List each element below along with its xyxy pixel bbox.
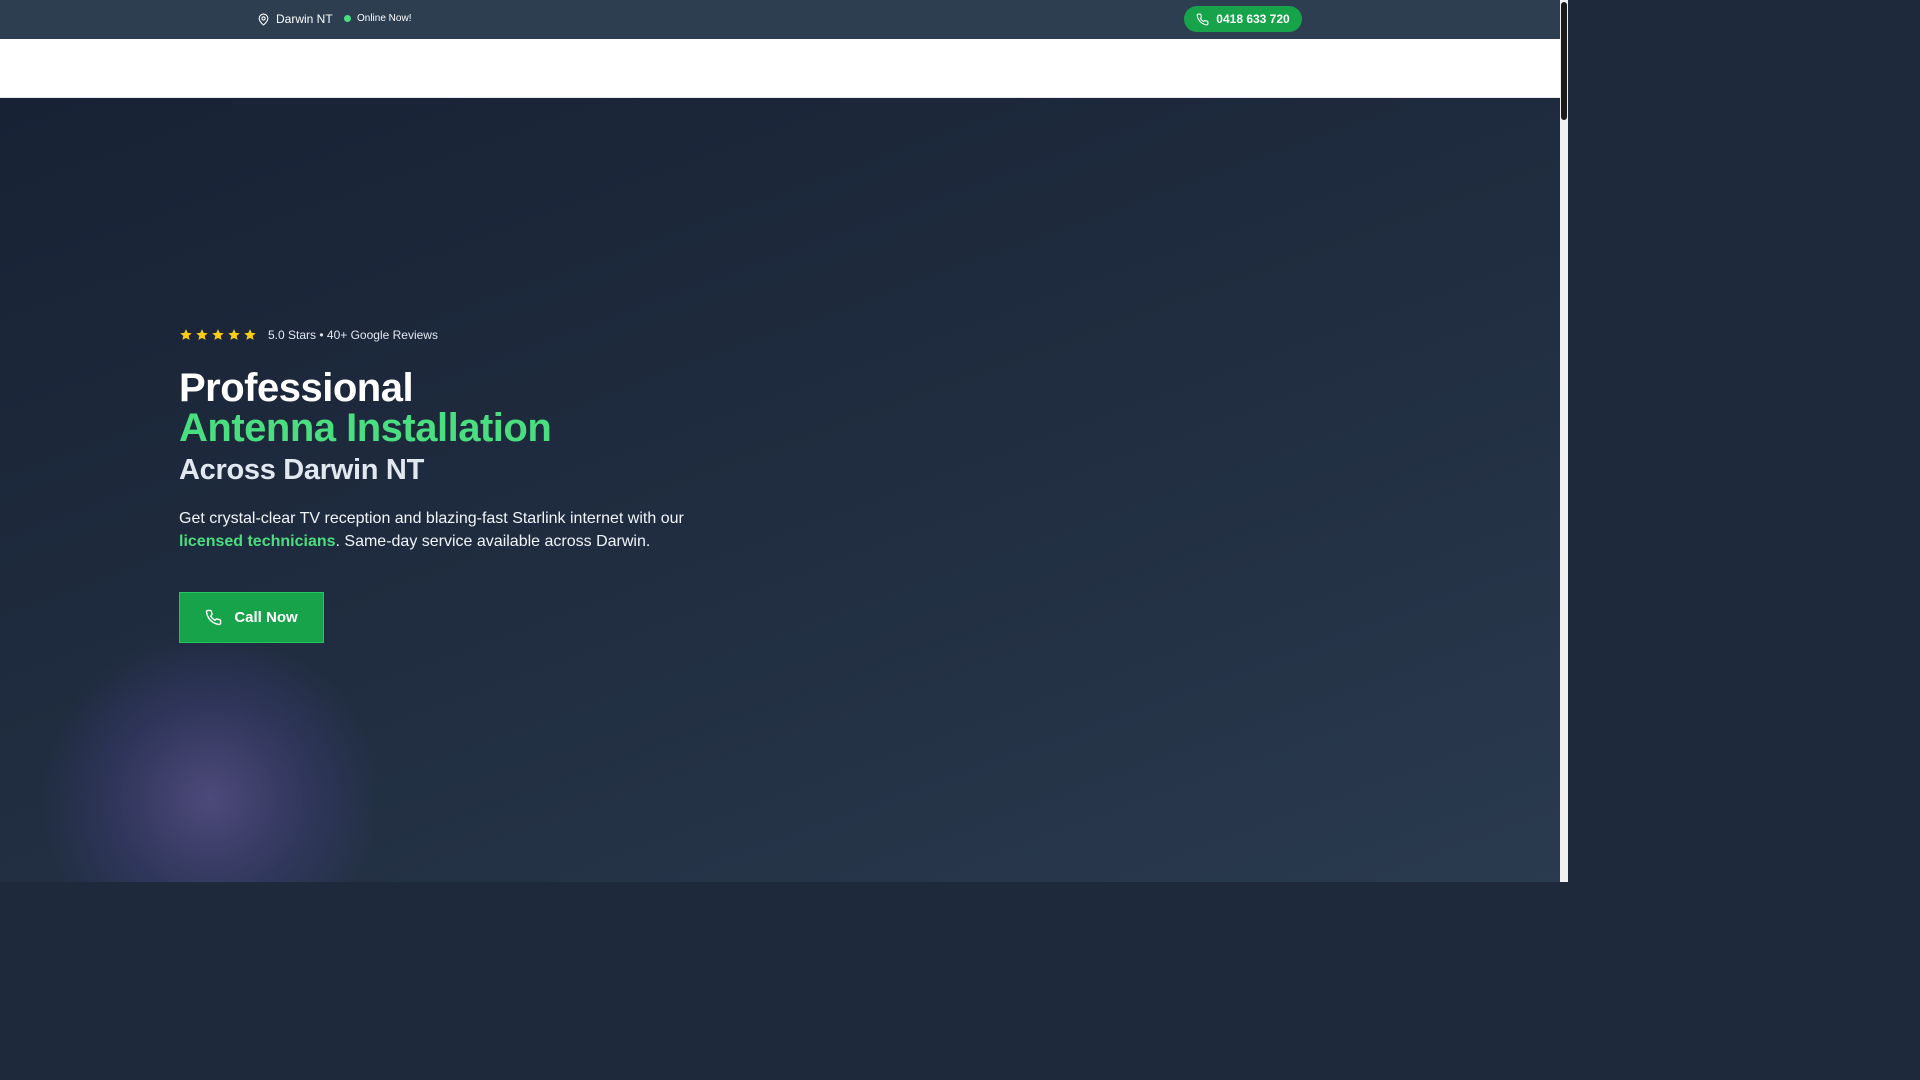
- decorative-glow: [40, 628, 380, 882]
- call-now-label: Call Now: [234, 609, 298, 626]
- location: Darwin NT: [257, 12, 333, 26]
- hero-heading-line2: Antenna Installation: [179, 406, 552, 450]
- top-info-bar: Darwin NT Online Now! 0418 633 720: [0, 0, 1560, 39]
- description-highlight: licensed technicians: [179, 533, 336, 550]
- phone-icon: [206, 609, 222, 626]
- star-icon: [228, 329, 240, 340]
- online-status: Online Now!: [344, 13, 411, 24]
- hero-description: Get crystal-clear TV reception and blazi…: [179, 507, 719, 553]
- phone-icon: [1196, 13, 1209, 25]
- rating-text: 5.0 Stars • 40+ Google Reviews: [268, 328, 438, 342]
- star-icon: [244, 329, 256, 340]
- top-phone-label: 0418 633 720: [1216, 12, 1290, 26]
- rating-row: 5.0 Stars • 40+ Google Reviews: [179, 328, 438, 342]
- location-label: Darwin NT: [276, 12, 333, 26]
- hero-heading-line1: Professional: [179, 366, 414, 410]
- status-dot-icon: [344, 15, 351, 22]
- scrollbar-thumb[interactable]: [1561, 2, 1567, 120]
- page-scrollbar[interactable]: [1560, 0, 1568, 882]
- hero-heading-line3: Across Darwin NT: [179, 454, 424, 486]
- star-icon: [180, 329, 192, 340]
- hero-section: 5.0 Stars • 40+ Google Reviews Professio…: [0, 98, 1560, 882]
- star-icon: [196, 329, 208, 340]
- star-rating: [179, 328, 257, 342]
- description-part2: . Same-day service available across Darw…: [335, 533, 651, 550]
- call-now-button[interactable]: Call Now: [179, 592, 324, 643]
- top-phone-button[interactable]: 0418 633 720: [1184, 6, 1302, 32]
- map-pin-icon: [258, 13, 269, 25]
- description-part1: Get crystal-clear TV reception and blazi…: [179, 510, 684, 527]
- status-label: Online Now!: [357, 13, 412, 24]
- main-navbar: [0, 39, 1560, 98]
- star-icon: [212, 329, 224, 340]
